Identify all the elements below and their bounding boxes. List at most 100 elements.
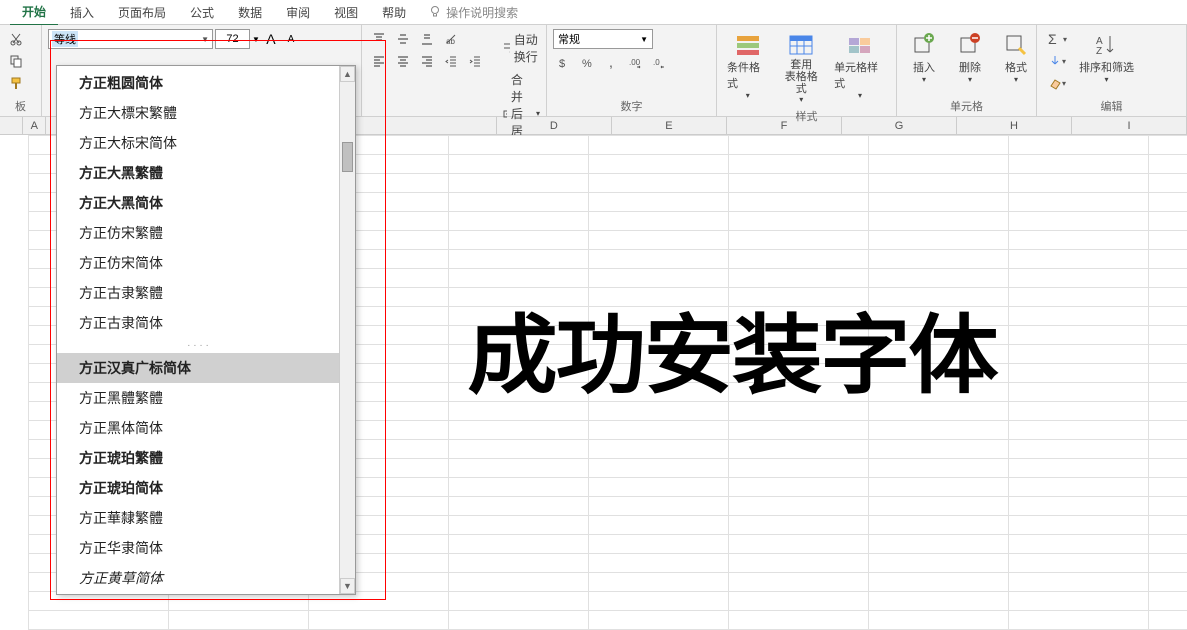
tab-data[interactable]: 数据 xyxy=(226,0,274,25)
sort-filter-button[interactable]: AZ 排序和筛选 ▾ xyxy=(1075,29,1138,86)
group-clipboard: 板 xyxy=(0,25,42,116)
font-list-item[interactable]: 方正大標宋繁體 xyxy=(57,98,339,128)
table-format-button[interactable]: 套用 表格格式 ▾ xyxy=(777,29,827,106)
font-list-item[interactable]: 方正琥珀繁體 xyxy=(57,443,339,473)
comma-icon[interactable]: , xyxy=(601,53,623,73)
font-list-item[interactable]: 方正黑體繁體 xyxy=(57,383,339,413)
insert-cells-button[interactable]: 插入 ▾ xyxy=(903,29,945,86)
table-format-icon xyxy=(787,31,815,59)
scroll-down-arrow[interactable]: ▼ xyxy=(340,578,355,594)
svg-text:,: , xyxy=(609,56,613,70)
delete-icon xyxy=(956,31,984,59)
align-center-icon[interactable] xyxy=(392,51,414,71)
lightbulb-icon xyxy=(428,5,442,19)
column-header[interactable]: E xyxy=(612,117,727,134)
sort-filter-icon: AZ xyxy=(1093,31,1121,59)
font-name-dropdown[interactable]: 等线 ▼ xyxy=(48,29,213,49)
insert-icon xyxy=(910,31,938,59)
delete-cells-button[interactable]: 删除 ▾ xyxy=(949,29,991,86)
font-list[interactable]: 方正粗圆简体方正大標宋繁體方正大标宋简体方正大黑繁體方正大黑简体方正仿宋繁體方正… xyxy=(57,66,339,594)
chevron-down-icon[interactable]: ▼ xyxy=(252,29,260,49)
column-header[interactable]: A xyxy=(23,117,46,134)
cut-icon[interactable] xyxy=(6,29,26,49)
chevron-down-icon: ▼ xyxy=(201,35,209,44)
font-list-item[interactable]: 方正仿宋繁體 xyxy=(57,218,339,248)
font-list-item[interactable]: 方正華隸繁體 xyxy=(57,503,339,533)
column-header[interactable]: I xyxy=(1072,117,1187,134)
group-styles: 条件格式 ▾ 套用 表格格式 ▾ 单元格样式 ▾ 样式 xyxy=(717,25,897,116)
column-header[interactable]: H xyxy=(957,117,1072,134)
select-all-corner[interactable] xyxy=(0,117,23,134)
group-label-clipboard: 板 xyxy=(6,96,35,116)
decrease-decimal-icon[interactable]: .0 xyxy=(649,53,671,73)
font-list-item[interactable]: 方正仿宋简体 xyxy=(57,248,339,278)
tab-formulas[interactable]: 公式 xyxy=(178,0,226,25)
increase-decimal-icon[interactable]: .00 xyxy=(625,53,647,73)
cell-style-icon xyxy=(846,31,874,59)
tab-review[interactable]: 审阅 xyxy=(274,0,322,25)
format-cells-button[interactable]: 格式 ▾ xyxy=(995,29,1037,86)
tab-view[interactable]: 视图 xyxy=(322,0,370,25)
tell-me-search[interactable]: 操作说明搜索 xyxy=(428,4,518,21)
align-top-icon[interactable] xyxy=(368,29,390,49)
scroll-thumb[interactable] xyxy=(342,142,353,172)
font-list-item[interactable]: 方正琥珀简体 xyxy=(57,473,339,503)
tab-layout[interactable]: 页面布局 xyxy=(106,0,178,25)
align-middle-icon[interactable] xyxy=(392,29,414,49)
scroll-up-arrow[interactable]: ▲ xyxy=(340,66,355,82)
font-list-item[interactable]: 方正大黑简体 xyxy=(57,188,339,218)
svg-text:%: % xyxy=(582,58,592,70)
clear-icon[interactable]: ▾ xyxy=(1043,73,1071,93)
font-list-item[interactable]: 方正汉真广标简体 xyxy=(57,353,339,383)
font-list-item[interactable]: 方正黄草简体 xyxy=(57,563,339,593)
fill-icon[interactable]: ▾ xyxy=(1043,51,1071,71)
align-left-icon[interactable] xyxy=(368,51,390,71)
indent-decrease-icon[interactable] xyxy=(440,51,462,71)
group-number: 常规 ▼ $ % , .00 .0 数字 xyxy=(547,25,717,116)
autosum-icon[interactable]: Σ▾ xyxy=(1043,29,1071,49)
tab-help[interactable]: 帮助 xyxy=(370,0,418,25)
scrollbar[interactable]: ▲ ▼ xyxy=(339,66,355,594)
font-list-item[interactable]: 方正古隶简体 xyxy=(57,308,339,338)
group-alignment: ab 自动换行 合并后居中 ▾ xyxy=(362,25,547,116)
wrap-text-button[interactable]: 自动换行 xyxy=(496,29,546,67)
font-name-value: 等线 xyxy=(52,31,78,47)
font-list-item[interactable]: 方正大黑繁體 xyxy=(57,158,339,188)
group-label-styles: 样式 xyxy=(723,106,890,126)
format-icon xyxy=(1002,31,1030,59)
currency-icon[interactable]: $ xyxy=(553,53,575,73)
tab-start[interactable]: 开始 xyxy=(10,0,58,26)
ribbon-tabs: 开始 插入 页面布局 公式 数据 审阅 视图 帮助 操作说明搜索 xyxy=(0,0,1187,25)
increase-font-icon[interactable]: A xyxy=(262,29,280,49)
cell-content: 成功安装字体 xyxy=(467,285,996,410)
svg-text:.00: .00 xyxy=(629,58,641,67)
scroll-track[interactable] xyxy=(340,82,355,578)
group-cells: 插入 ▾ 删除 ▾ 格式 ▾ 单元格 xyxy=(897,25,1037,116)
font-list-item[interactable]: 方正大标宋简体 xyxy=(57,128,339,158)
group-label-editing: 编辑 xyxy=(1043,96,1180,116)
font-list-item[interactable]: 方正古隶繁體 xyxy=(57,278,339,308)
orientation-icon[interactable]: ab xyxy=(440,29,462,49)
conditional-format-button[interactable]: 条件格式 ▾ xyxy=(723,29,773,102)
conditional-format-icon xyxy=(734,31,762,59)
copy-icon[interactable] xyxy=(6,51,26,71)
format-painter-icon[interactable] xyxy=(6,73,26,93)
align-right-icon[interactable] xyxy=(416,51,438,71)
align-bottom-icon[interactable] xyxy=(416,29,438,49)
svg-text:Σ: Σ xyxy=(1048,32,1057,46)
font-list-popup: 方正粗圆简体方正大標宋繁體方正大标宋简体方正大黑繁體方正大黑简体方正仿宋繁體方正… xyxy=(56,65,356,595)
group-label-number: 数字 xyxy=(553,96,710,116)
percent-icon[interactable]: % xyxy=(577,53,599,73)
decrease-font-icon[interactable]: A xyxy=(282,29,300,49)
font-list-item[interactable]: 方正剪紙繁體 xyxy=(57,593,339,594)
tab-insert[interactable]: 插入 xyxy=(58,0,106,25)
cell-style-button[interactable]: 单元格样式 ▾ xyxy=(830,29,890,102)
font-list-item[interactable]: 方正粗圆简体 xyxy=(57,68,339,98)
number-format-dropdown[interactable]: 常规 ▼ xyxy=(553,29,653,49)
indent-increase-icon[interactable] xyxy=(464,51,486,71)
svg-text:Z: Z xyxy=(1096,46,1102,57)
font-size-input[interactable]: 72 xyxy=(215,29,250,49)
svg-text:ab: ab xyxy=(446,37,455,46)
font-list-item[interactable]: 方正华隶简体 xyxy=(57,533,339,563)
font-list-item[interactable]: 方正黑体简体 xyxy=(57,413,339,443)
